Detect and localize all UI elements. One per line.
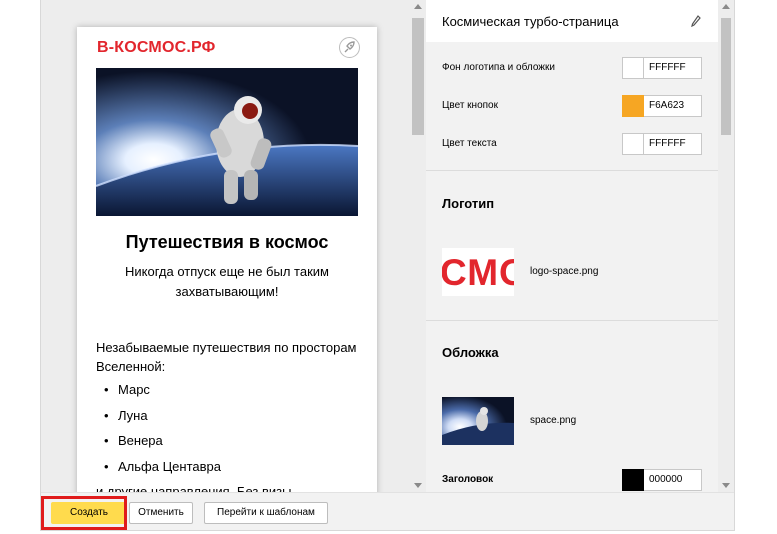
- color-label: Цвет кнопок: [442, 100, 498, 111]
- logo-section-title: Логотип: [442, 196, 495, 211]
- rocket-icon: [339, 37, 360, 58]
- color-hex-input[interactable]: FFFFFF: [644, 133, 702, 155]
- turbo-page-preview: В-КОСМОС.РФ Путешествия в космос Никогда…: [77, 27, 377, 492]
- color-row-text: Цвет текста FFFFFF: [442, 133, 704, 155]
- logo-thumbnail-text: СМО: [442, 252, 514, 293]
- preview-title: Путешествия в космос: [125, 232, 329, 252]
- color-label: Заголовок: [442, 474, 494, 485]
- scroll-up-icon[interactable]: [414, 4, 422, 9]
- color-hex-input[interactable]: FFFFFF: [644, 57, 702, 79]
- color-hex-input[interactable]: F6A623: [644, 95, 702, 117]
- go-to-templates-button[interactable]: Перейти к шаблонам: [204, 502, 328, 524]
- settings-header: Космическая турбо-страница: [426, 0, 718, 42]
- preview-scrollbar[interactable]: [410, 0, 426, 492]
- color-swatch[interactable]: [622, 57, 644, 79]
- pencil-icon[interactable]: [691, 15, 701, 28]
- color-row-logo-background: Фон логотипа и обложки FFFFFF: [442, 57, 704, 79]
- preview-more-text: и другие направления. Без визы.: [96, 484, 296, 492]
- cover-image: [96, 68, 358, 216]
- list-item: Альфа Центавра: [104, 457, 221, 483]
- color-row-heading: Заголовок 000000: [442, 469, 704, 491]
- settings-scrollbar[interactable]: [718, 0, 734, 492]
- cover-filename: space.png: [530, 415, 577, 426]
- logo-thumbnail[interactable]: СМО: [442, 248, 514, 296]
- scroll-up-icon[interactable]: [722, 4, 730, 9]
- scrollbar-thumb[interactable]: [412, 18, 424, 135]
- color-label: Цвет текста: [442, 138, 497, 149]
- destination-list: Марс Луна Венера Альфа Центавра: [104, 380, 221, 482]
- color-row-buttons: Цвет кнопок F6A623: [442, 95, 704, 117]
- logo-filename: logo-space.png: [530, 266, 599, 277]
- list-item: Луна: [104, 406, 221, 432]
- preview-subtitle: Никогда отпуск еще не был таким захватыв…: [125, 264, 329, 299]
- color-hex-input[interactable]: 000000: [644, 469, 702, 491]
- preview-area: В-КОСМОС.РФ Путешествия в космос Никогда…: [41, 0, 410, 492]
- scroll-down-icon[interactable]: [722, 483, 730, 488]
- scrollbar-thumb[interactable]: [721, 18, 731, 135]
- turbo-page-editor: В-КОСМОС.РФ Путешествия в космос Никогда…: [40, 0, 735, 531]
- create-button-highlight: [41, 496, 127, 530]
- list-item: Марс: [104, 380, 221, 406]
- color-swatch[interactable]: [622, 133, 644, 155]
- settings-panel: Космическая турбо-страница Фон логотипа …: [426, 0, 718, 492]
- scroll-down-icon[interactable]: [414, 483, 422, 488]
- divider: [426, 170, 718, 171]
- divider: [426, 320, 718, 321]
- cover-section-title: Обложка: [442, 345, 499, 360]
- preview-body-text: Незабываемые путешествия по просторам Вс…: [96, 340, 357, 374]
- color-label: Фон логотипа и обложки: [442, 62, 555, 73]
- color-swatch[interactable]: [622, 95, 644, 117]
- site-logo: В-КОСМОС.РФ: [97, 39, 216, 56]
- list-item: Венера: [104, 431, 221, 457]
- color-swatch[interactable]: [622, 469, 644, 491]
- page-name: Космическая турбо-страница: [442, 14, 619, 29]
- cancel-button[interactable]: Отменить: [129, 502, 193, 524]
- cover-thumbnail[interactable]: [442, 397, 514, 445]
- bottom-toolbar: Создать Отменить Перейти к шаблонам: [41, 492, 734, 530]
